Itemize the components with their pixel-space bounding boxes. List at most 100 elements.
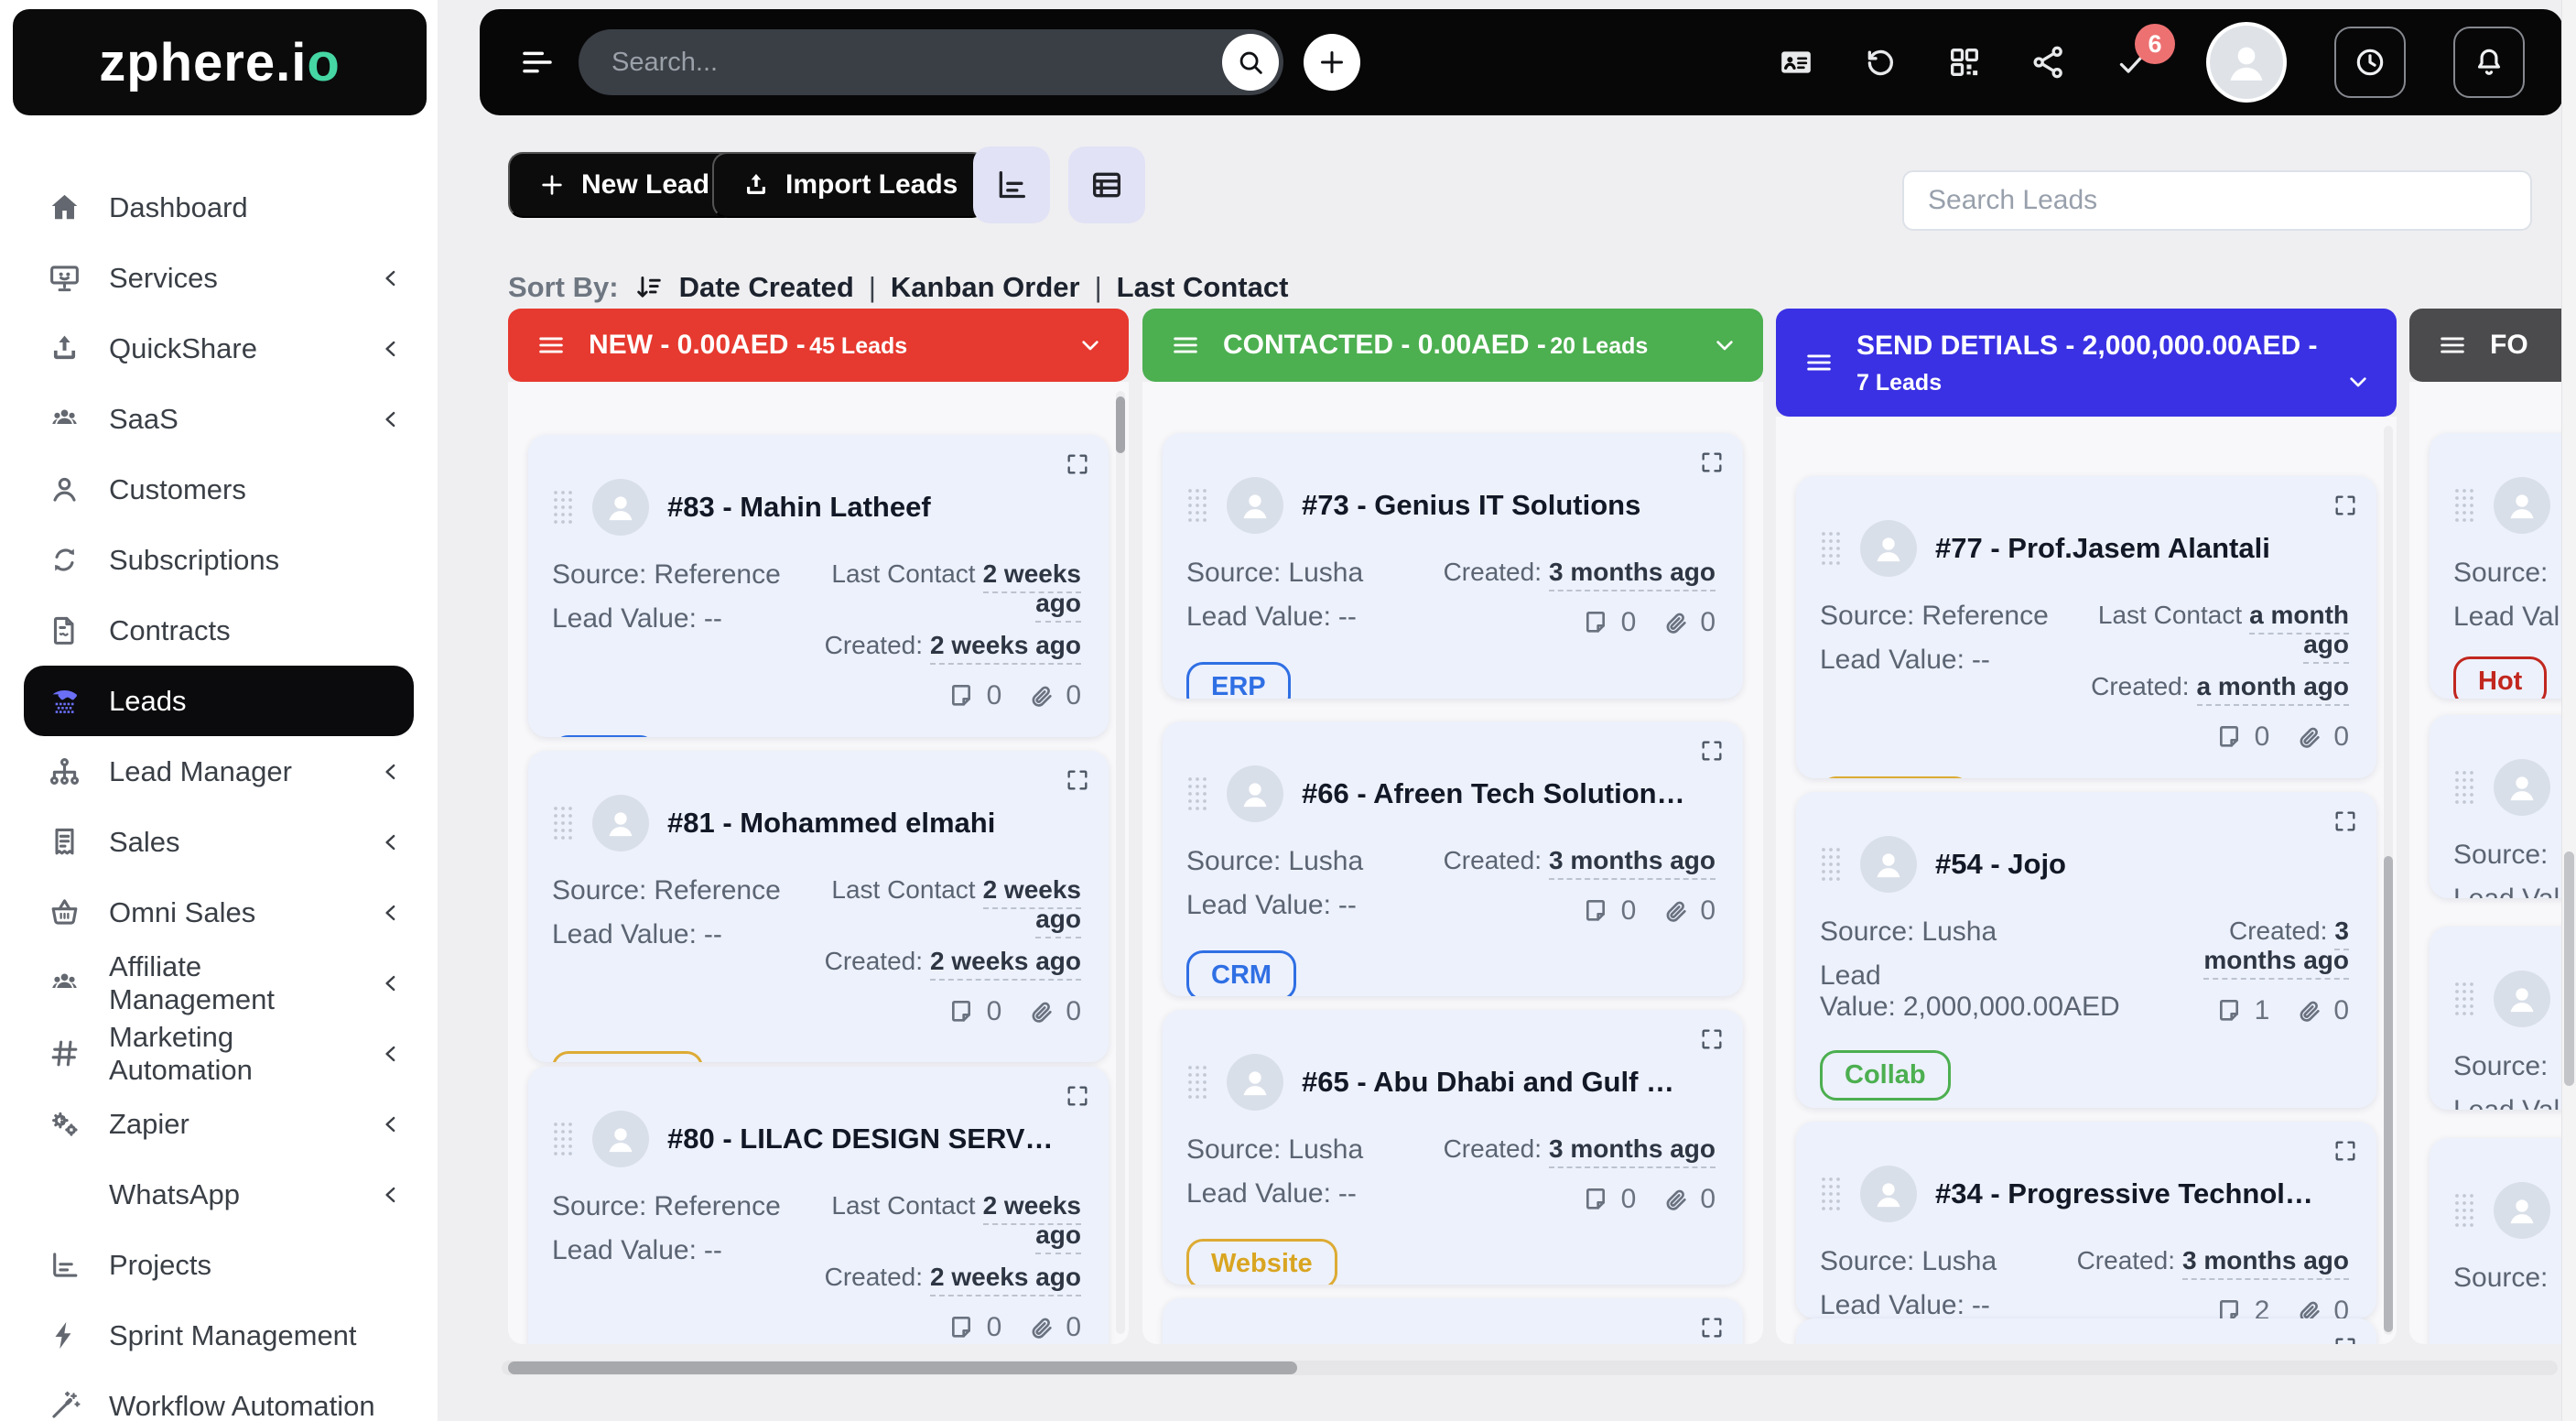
column-header-new[interactable]: NEW - 0.00AED - 45 Leads [508,309,1129,382]
drag-handle-icon[interactable] [1186,487,1208,524]
sidebar-item-quickshare[interactable]: QuickShare [0,313,438,384]
sidebar-item-leads[interactable]: Leads [24,666,414,736]
expand-icon[interactable] [2332,1138,2358,1164]
sidebar-item-zapier[interactable]: Zapier [0,1089,438,1159]
lead-title[interactable]: #34 - Progressive Technology an... [1935,1177,2322,1210]
sort-option-last-contact[interactable]: Last Contact [1117,271,1289,304]
expand-icon[interactable] [1699,1026,1725,1052]
drag-handle-icon[interactable] [552,489,574,526]
column-drag-icon[interactable] [1803,347,1835,378]
sidebar-item-dashboard[interactable]: Dashboard [0,172,438,243]
expand-icon[interactable] [1065,451,1090,477]
lead-tag[interactable]: ERP [552,735,656,737]
column-header-follow[interactable]: FO [2409,309,2576,382]
search-button[interactable] [1222,34,1279,91]
import-leads-button[interactable]: Import Leads [712,152,987,218]
lead-card-partial[interactable] [1796,1318,2376,1344]
sidebar-item-services[interactable]: Services [0,243,438,313]
lead-tag[interactable]: Website [1186,1239,1337,1285]
lead-card[interactable]: #83 - Mahin Latheef Source:Reference Lea… [528,435,1109,737]
sidebar-item-marketing-automation[interactable]: Marketing Automation [0,1018,438,1089]
lead-card[interactable]: #54 - Jojo Source:Lusha Lead Value:2,000… [1796,792,2376,1108]
share-icon[interactable] [2030,44,2067,81]
column-scrollbar-thumb[interactable] [1116,396,1125,453]
lead-card[interactable]: #81 - Mohammed elmahi Source:Reference L… [528,751,1109,1062]
lead-card[interactable]: #34 - Progressive Technology an... Sourc… [1796,1122,2376,1318]
sidebar-item-workflow-automation[interactable]: Workflow Automation [0,1371,438,1421]
sort-option-kanban-order[interactable]: Kanban Order [891,271,1080,304]
sidebar-item-affiliate-management[interactable]: Affiliate Management [0,948,438,1018]
table-view-toggle[interactable] [1068,146,1145,223]
chevron-down-icon[interactable] [1076,331,1105,360]
sidebar-item-sprint-management[interactable]: Sprint Management [0,1300,438,1371]
drag-handle-icon[interactable] [2453,487,2475,524]
column-drag-icon[interactable] [1170,330,1201,361]
sidebar-item-projects[interactable]: Projects [0,1230,438,1300]
lead-tag[interactable]: Website [552,1051,703,1062]
global-search-input[interactable] [612,29,1197,95]
lead-tag[interactable]: Website [1820,776,1971,778]
drag-handle-icon[interactable] [552,1121,574,1157]
expand-icon[interactable] [1699,450,1725,475]
lead-card[interactable]: #66 - Afreen Tech Solutions & Ma... Sour… [1163,721,1743,996]
lead-title[interactable]: #80 - LILAC DESIGN SERVICES [667,1123,1054,1155]
lead-title[interactable]: #73 - Genius IT Solutions [1302,489,1640,522]
lead-title[interactable]: #65 - Abu Dhabi and Gulf Compu... [1302,1066,1688,1099]
add-new-button[interactable] [1304,34,1360,91]
lead-card[interactable]: #80 - LILAC DESIGN SERVICES Source:Refer… [528,1067,1109,1344]
lead-tag[interactable]: CRM [1186,950,1296,996]
user-avatar[interactable] [2206,22,2287,103]
drag-handle-icon[interactable] [1820,1176,1842,1212]
lead-card-partial[interactable]: Source: [2430,1138,2576,1344]
column-scrollbar-track[interactable] [1116,391,1125,1334]
lead-tag[interactable]: ERP [1186,662,1291,699]
lead-title[interactable]: #77 - Prof.Jasem Alantali [1935,532,2270,565]
qr-code-icon[interactable] [1946,44,1983,81]
sidebar-item-whatsapp[interactable]: WhatsApp [0,1159,438,1230]
drag-handle-icon[interactable] [1186,776,1208,812]
horizontal-scrollbar-track[interactable] [502,1361,2558,1375]
lead-title[interactable]: #66 - Afreen Tech Solutions & Ma... [1302,777,1688,810]
menu-toggle-icon[interactable] [518,43,557,81]
tasks-check[interactable]: 6 [2115,44,2151,81]
lead-title[interactable]: #54 - Jojo [1935,848,2066,881]
lead-card[interactable]: Source: Lead Value: [2430,927,2576,1110]
clock-button[interactable] [2334,27,2406,98]
sort-option-date-created[interactable]: Date Created [679,271,854,304]
page-scrollbar-track[interactable] [2561,0,2576,1421]
column-drag-icon[interactable] [2437,330,2468,361]
lead-title[interactable]: #81 - Mohammed elmahi [667,807,995,840]
column-scrollbar-thumb[interactable] [2384,856,2393,1332]
lead-card[interactable]: #65 - Abu Dhabi and Gulf Compu... Source… [1163,1010,1743,1285]
notifications-button[interactable] [2453,27,2525,98]
drag-handle-icon[interactable] [2453,769,2475,806]
drag-handle-icon[interactable] [1820,530,1842,567]
sidebar-item-lead-manager[interactable]: Lead Manager [0,736,438,807]
drag-handle-icon[interactable] [2453,1192,2475,1229]
expand-icon[interactable] [1065,767,1090,793]
sidebar-item-sales[interactable]: Sales [0,807,438,877]
lead-tag[interactable]: Hot [2453,656,2547,699]
search-leads-input[interactable] [1904,172,2530,229]
expand-icon[interactable] [2332,493,2358,518]
lead-card[interactable]: #77 - Prof.Jasem Alantali Source:Referen… [1796,476,2376,778]
contact-card-icon[interactable] [1778,44,1814,81]
chart-view-toggle[interactable] [973,146,1050,223]
column-header-send-details[interactable]: SEND DETIALS - 2,000,000.00AED - 7 Leads [1776,309,2397,417]
lead-card[interactable]: #73 - Genius IT Solutions Source:Lusha L… [1163,433,1743,699]
column-header-contacted[interactable]: CONTACTED - 0.00AED - 20 Leads [1142,309,1763,382]
expand-icon[interactable] [2332,808,2358,834]
history-icon[interactable] [1862,44,1899,81]
lead-card[interactable]: Source: Lead Value: [2430,715,2576,898]
drag-handle-icon[interactable] [2453,981,2475,1017]
expand-icon[interactable] [1699,1315,1725,1340]
sidebar-item-customers[interactable]: Customers [0,454,438,525]
lead-title[interactable]: #83 - Mahin Latheef [667,491,931,524]
lead-tag[interactable]: Collab [1820,1050,1951,1101]
page-scrollbar-thumb[interactable] [2564,852,2574,1086]
expand-icon[interactable] [1065,1083,1090,1109]
expand-icon[interactable] [2332,1335,2358,1344]
sidebar-item-subscriptions[interactable]: Subscriptions [0,525,438,595]
sidebar-item-contracts[interactable]: Contracts [0,595,438,666]
drag-handle-icon[interactable] [1820,846,1842,883]
